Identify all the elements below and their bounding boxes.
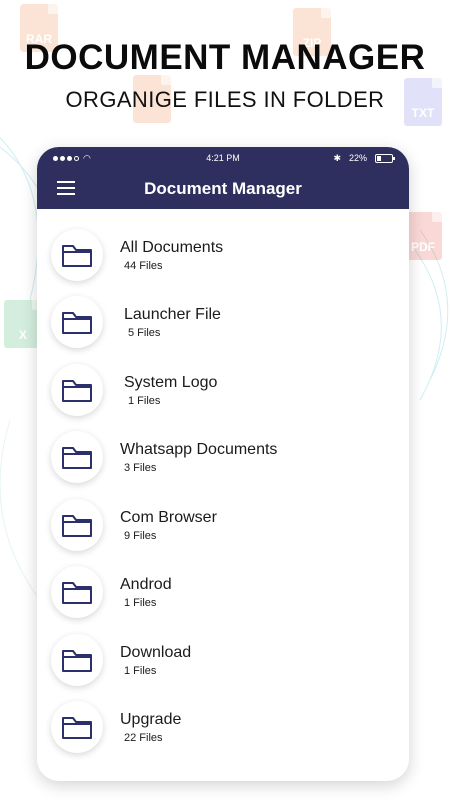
folder-file-count: 1 Files [124,664,157,677]
folder-name: Launcher File [124,306,221,324]
folder-item-com-browser[interactable]: Com Browser 9 Files [37,491,409,559]
app-bar: Document Manager [37,169,409,209]
folder-item-launcher-file[interactable]: Launcher File 5 Files [37,289,409,357]
folder-item-androd[interactable]: Androd 1 Files [37,559,409,627]
folder-name: Upgrade [120,711,182,729]
folder-icon [51,633,103,686]
folder-icon [51,431,103,484]
battery-icon [375,153,395,163]
folder-item-whatsapp-documents[interactable]: Whatsapp Documents 3 Files [37,424,409,492]
folder-list: All Documents 44 Files Launcher File 5 F… [37,209,409,761]
promo-title: DOCUMENT MANAGER [24,38,426,77]
folder-file-count: 1 Files [124,597,157,610]
folder-icon [51,566,103,619]
folder-file-count: 22 Files [124,732,163,745]
folder-name: Androd [120,576,172,594]
folder-file-count: 44 Files [124,259,163,272]
folder-icon [51,498,103,551]
folder-icon [51,701,103,754]
phone-mockup: ◠ 4:21 PM ✱ 22% Document Manager All Doc… [37,147,409,781]
status-time: 4:21 PM [206,153,240,163]
folder-name: System Logo [124,373,218,391]
folder-name: Whatsapp Documents [120,441,278,459]
folder-file-count: 5 Files [128,327,161,340]
app-title: Document Manager [144,179,302,198]
folder-name: All Documents [120,238,224,256]
folder-item-system-logo[interactable]: System Logo 1 Files [37,356,409,424]
folder-item-all-documents[interactable]: All Documents 44 Files [37,221,409,289]
folder-name: Download [120,643,192,661]
folder-item-download[interactable]: Download 1 Files [37,626,409,694]
folder-item-upgrade[interactable]: Upgrade 22 Files [37,694,409,762]
hamburger-menu-icon[interactable] [57,181,75,195]
folder-name: Com Browser [120,508,217,526]
status-bar: ◠ 4:21 PM ✱ 22% [37,147,409,169]
folder-file-count: 1 Files [128,394,161,407]
folder-icon [51,363,103,416]
folder-icon [51,296,103,349]
pdf-file-icon: PDF [404,212,442,260]
folder-icon [51,228,103,281]
folder-file-count: 3 Files [124,462,157,475]
promo-subtitle: ORGANIGE FILES IN FOLDER [65,87,385,112]
folder-file-count: 9 Files [124,529,157,542]
